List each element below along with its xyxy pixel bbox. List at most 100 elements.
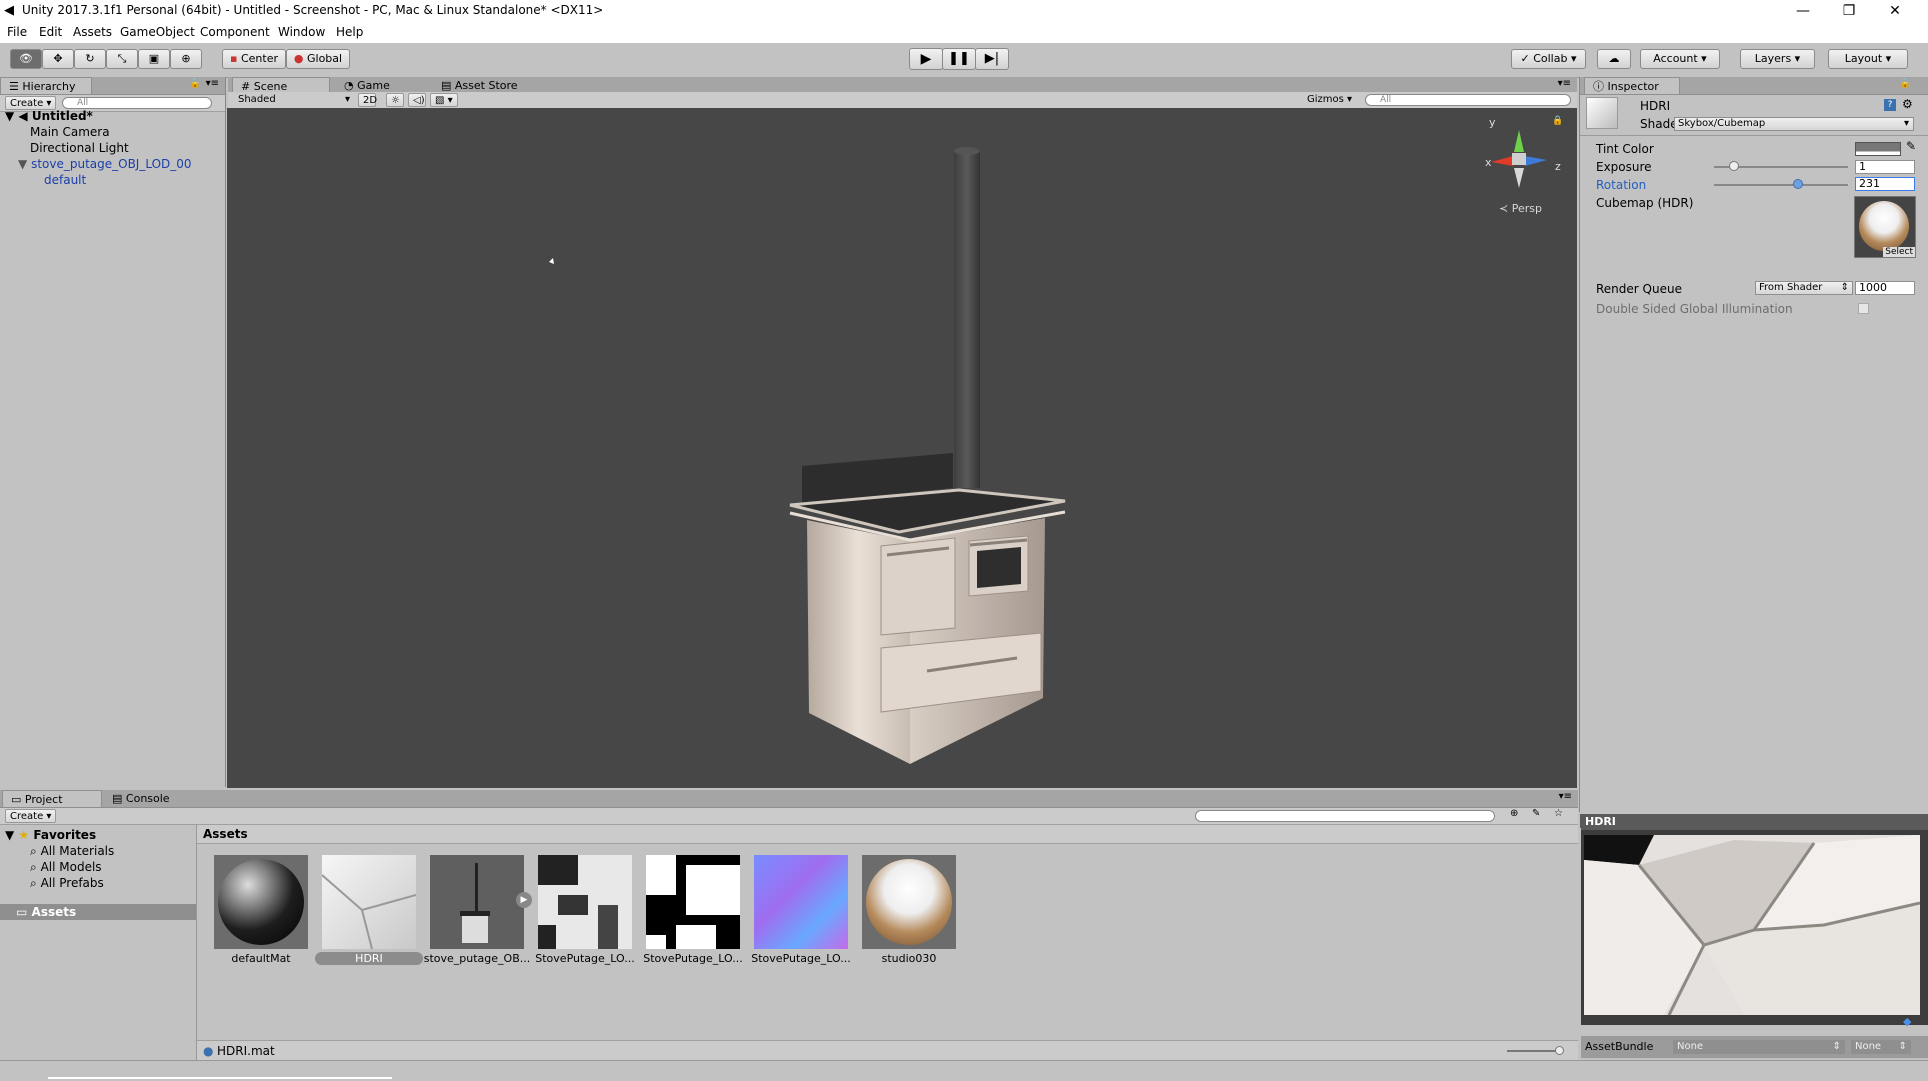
tint-color-swatch[interactable] <box>1855 142 1901 156</box>
pause-button[interactable]: ❚❚ <box>942 48 976 70</box>
help-icon[interactable]: ? <box>1884 99 1896 111</box>
asset-thumbnail-texture-normal[interactable] <box>754 855 848 949</box>
panel-menu-icon[interactable]: ▾≡ <box>206 78 219 89</box>
expand-asset-icon[interactable]: ▶ <box>516 892 532 908</box>
rect-tool-button[interactable]: ▣ <box>138 49 170 69</box>
shader-dropdown[interactable]: Skybox/Cubemap ▾ <box>1674 117 1914 131</box>
project-create-button[interactable]: Create ▾ <box>5 809 57 823</box>
lock-icon[interactable]: 🔒 <box>1900 79 1911 89</box>
rotation-field[interactable]: 231 <box>1855 177 1915 191</box>
asset-thumbnail-stove-model[interactable] <box>430 855 524 949</box>
double-sided-gi-checkbox[interactable] <box>1858 303 1869 314</box>
asset-thumbnail-texture-mask[interactable] <box>646 855 740 949</box>
menu-component[interactable]: Component <box>200 25 270 39</box>
scene-viewport[interactable]: y x z 🔒 ≺ Persp <box>227 108 1577 788</box>
assets-folder-node[interactable]: ▭ Assets <box>0 904 196 920</box>
exposure-slider[interactable] <box>1714 161 1848 171</box>
tab-project[interactable]: ▭ Project <box>2 790 102 807</box>
favorite-all-models[interactable]: ⌕ All Models <box>30 859 102 875</box>
account-label: Account <box>1653 52 1698 65</box>
cubemap-slot[interactable]: Select <box>1854 196 1916 258</box>
collab-dropdown[interactable]: ✓ Collab ▾ <box>1511 49 1586 69</box>
maximize-button[interactable]: ❐ <box>1826 0 1872 23</box>
panel-menu-icon[interactable]: ▾≡ <box>1558 78 1571 89</box>
rotate-tool-button[interactable]: ↻ <box>74 49 106 69</box>
exposure-label: Exposure <box>1596 160 1652 174</box>
favorites-node[interactable]: ▼ ★ Favorites <box>5 827 96 843</box>
pivot-center-button[interactable]: ▪ Center <box>222 49 286 69</box>
asset-label: defaultMat <box>231 952 291 965</box>
inspector-tabstrip: ⓘ Inspector 🔒 <box>1580 77 1928 95</box>
layers-dropdown[interactable]: Layers ▾ <box>1740 49 1815 69</box>
cubemap-select-button[interactable]: Select <box>1883 247 1915 257</box>
hierarchy-item-directional-light[interactable]: Directional Light <box>30 140 129 156</box>
audio-toggle-button[interactable]: ◁) <box>408 93 426 107</box>
step-button[interactable]: ▶| <box>975 48 1009 70</box>
eyedropper-icon[interactable]: ✎ <box>1906 139 1916 153</box>
rotation-slider-handle[interactable] <box>1793 179 1804 189</box>
rect-icon: ▣ <box>148 52 160 65</box>
menu-window[interactable]: Window <box>278 25 325 39</box>
menu-file[interactable]: File <box>7 25 27 39</box>
minimize-button[interactable]: — <box>1780 0 1826 23</box>
gizmos-dropdown[interactable]: Gizmos ▾ <box>1303 93 1357 107</box>
tab-inspector[interactable]: ⓘ Inspector <box>1584 77 1680 94</box>
asset-thumbnail-hdri[interactable] <box>321 855 417 950</box>
assetbundle-variant-dropdown[interactable]: None ⇕ <box>1851 1040 1911 1054</box>
thumbnail-size-slider[interactable] <box>1507 1046 1564 1055</box>
scene-root[interactable]: ▼ ◀ Untitled* <box>5 108 93 124</box>
hierarchy-item-main-camera[interactable]: Main Camera <box>30 124 110 140</box>
project-search-input[interactable] <box>1195 810 1495 822</box>
move-tool-button[interactable]: ✥ <box>42 49 74 69</box>
tab-hierarchy[interactable]: ☰ Hierarchy <box>0 77 92 94</box>
pivot-global-button[interactable]: ● Global <box>286 49 350 69</box>
favorite-all-prefabs[interactable]: ⌕ All Prefabs <box>30 875 104 891</box>
filter-type-icon[interactable]: ⊕ <box>1510 808 1518 819</box>
shading-mode-dropdown[interactable]: Shaded ▾ <box>234 93 352 107</box>
lock-icon[interactable]: 🔒 <box>190 79 201 89</box>
hierarchy-item-default[interactable]: default <box>44 172 86 188</box>
menu-edit[interactable]: Edit <box>39 25 62 39</box>
layout-dropdown[interactable]: Layout ▾ <box>1828 49 1908 69</box>
exposure-slider-handle[interactable] <box>1728 161 1739 171</box>
tag-icon[interactable]: ◆ <box>1903 1015 1911 1028</box>
scene-search-input[interactable]: All <box>1365 94 1571 106</box>
favorite-star-icon[interactable]: ☆ <box>1554 808 1563 819</box>
lock-icon[interactable]: 🔒 <box>1552 116 1563 126</box>
lighting-toggle-button[interactable]: ☼ <box>386 93 404 107</box>
play-button[interactable]: ▶ <box>909 48 943 70</box>
effects-dropdown[interactable]: ▧ ▾ <box>430 93 458 107</box>
breadcrumb[interactable]: Assets <box>203 827 248 841</box>
favorite-all-materials[interactable]: ⌕ All Materials <box>30 843 114 859</box>
projection-toggle[interactable]: ≺ Persp <box>1499 202 1542 215</box>
render-queue-field[interactable]: 1000 <box>1855 281 1915 295</box>
menu-assets[interactable]: Assets <box>73 25 112 39</box>
panel-menu-icon[interactable]: ▾≡ <box>1559 791 1572 802</box>
inspector-tab-label: Inspector <box>1607 80 1659 93</box>
hand-tool-button[interactable]: 👁 <box>10 49 42 69</box>
account-dropdown[interactable]: Account ▾ <box>1640 49 1720 69</box>
gear-icon[interactable]: ⚙ <box>1902 97 1913 111</box>
hierarchy-item-stove[interactable]: ▼ stove_putage_OBJ_LOD_00 <box>18 156 192 172</box>
asset-thumbnail-studio030[interactable] <box>862 855 956 949</box>
asset-thumbnail-defaultmat[interactable] <box>214 855 308 949</box>
axis-y-label: y <box>1489 116 1496 129</box>
toggle-2d-button[interactable]: 2D <box>358 93 377 107</box>
menu-gameobject[interactable]: GameObject <box>120 25 195 39</box>
scale-tool-button[interactable]: ⤡ <box>106 49 138 69</box>
cloud-button[interactable]: ☁ <box>1597 49 1631 69</box>
tab-console[interactable]: ▤ Console <box>104 790 184 807</box>
close-button[interactable]: ✕ <box>1872 0 1918 23</box>
thumbnail-size-handle[interactable] <box>1555 1046 1564 1055</box>
material-preview[interactable]: ◆ <box>1581 830 1928 1028</box>
main-toolbar: 👁 ✥ ↻ ⤡ ▣ ⊕ ▪ Center ● Global ▶ ❚❚ ▶| ✓ … <box>0 43 1928 78</box>
assetbundle-dropdown[interactable]: None ⇕ <box>1673 1040 1845 1054</box>
exposure-field[interactable]: 1 <box>1855 160 1915 174</box>
star-icon: ★ <box>18 828 30 842</box>
transform-tool-button[interactable]: ⊕ <box>170 49 202 69</box>
rotation-slider[interactable] <box>1714 179 1848 189</box>
filter-label-icon[interactable]: ✎ <box>1532 808 1540 819</box>
menu-help[interactable]: Help <box>336 25 363 39</box>
asset-thumbnail-texture-ao[interactable] <box>538 855 632 949</box>
render-queue-mode-dropdown[interactable]: From Shader ⇕ <box>1755 281 1853 295</box>
